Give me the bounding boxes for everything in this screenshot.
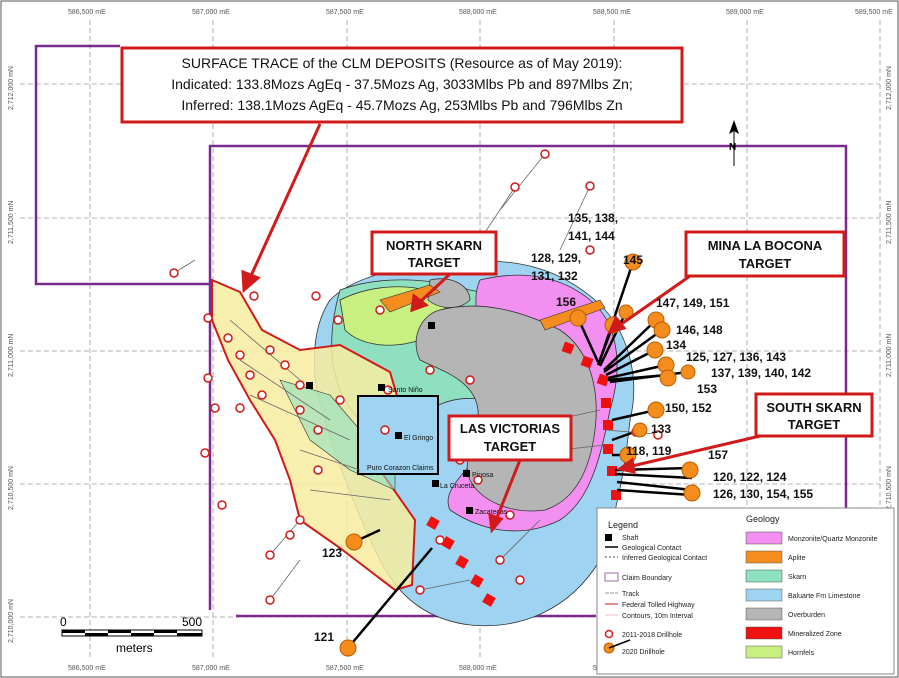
svg-text:587,000 mE: 587,000 mE (192, 665, 230, 672)
svg-text:NORTH SKARN: NORTH SKARN (386, 238, 482, 253)
svg-text:141, 144: 141, 144 (568, 229, 615, 243)
svg-text:123: 123 (322, 546, 342, 560)
svg-text:145: 145 (623, 253, 643, 267)
svg-text:118, 119: 118, 119 (626, 444, 672, 458)
legend-title: Legend (608, 520, 638, 530)
svg-text:120, 122, 124: 120, 122, 124 (713, 470, 787, 484)
svg-text:135, 138,: 135, 138, (568, 211, 618, 225)
geology-map: 586,500 mE 587,000 mE 587,500 mE 588,000… (0, 0, 899, 678)
svg-text:588,000 mE: 588,000 mE (459, 665, 497, 672)
svg-text:Federal Tolled Highway: Federal Tolled Highway (622, 602, 695, 609)
geology-title: Geology (746, 514, 780, 524)
mina-la-bocona-target: MINA LA BOCONA TARGET (684, 230, 846, 278)
svg-text:126, 130, 154, 155: 126, 130, 154, 155 (713, 487, 813, 501)
svg-text:586,500 mE: 586,500 mE (68, 9, 106, 16)
svg-text:134: 134 (666, 338, 686, 352)
shaft-icon (605, 534, 612, 541)
svg-text:2,712,000 mN: 2,712,000 mN (886, 66, 893, 110)
svg-text:0: 0 (60, 615, 67, 629)
puro-corazon-label: Puro Corazon Claims (367, 465, 434, 472)
svg-text:2,711,500 mN: 2,711,500 mN (8, 201, 15, 244)
svg-text:MINA LA BOCONA: MINA LA BOCONA (708, 238, 823, 253)
svg-text:131, 132: 131, 132 (531, 269, 578, 283)
svg-text:586,500 mE: 586,500 mE (68, 665, 106, 672)
svg-text:2,710,500 mN: 2,710,500 mN (886, 466, 893, 510)
svg-text:2,712,000 mN: 2,712,000 mN (8, 66, 15, 110)
svg-text:133: 133 (651, 422, 671, 436)
svg-text:500: 500 (182, 615, 202, 629)
santo-nino-label: Santo Niño (388, 387, 423, 394)
svg-text:SURFACE TRACE of the CLM DEPOS: SURFACE TRACE of the CLM DEPOSITS (Resou… (182, 55, 623, 71)
svg-text:589,500 mE: 589,500 mE (855, 9, 893, 16)
svg-text:157: 157 (708, 448, 728, 462)
svg-text:147, 149, 151: 147, 149, 151 (656, 296, 730, 310)
svg-text:2,711,000 mN: 2,711,000 mN (886, 334, 893, 377)
svg-text:Geological Contact: Geological Contact (622, 545, 681, 552)
svg-text:2,710,500 mN: 2,710,500 mN (8, 466, 15, 510)
svg-text:128, 129,: 128, 129, (531, 251, 581, 265)
svg-text:2,710,000 mN: 2,710,000 mN (8, 599, 15, 643)
svg-text:Overburden: Overburden (788, 612, 825, 619)
svg-text:SOUTH SKARN: SOUTH SKARN (766, 400, 861, 415)
svg-text:121: 121 (314, 630, 334, 644)
svg-text:125, 127, 136, 143: 125, 127, 136, 143 (686, 350, 786, 364)
svg-text:137, 139, 140, 142: 137, 139, 140, 142 (711, 366, 811, 380)
svg-text:588,000 mE: 588,000 mE (459, 9, 497, 16)
svg-text:N: N (729, 142, 736, 153)
svg-text:Track: Track (622, 591, 640, 598)
svg-text:2,711,500 mN: 2,711,500 mN (886, 201, 893, 244)
svg-text:Hornfels: Hornfels (788, 650, 815, 657)
svg-text:587,000 mE: 587,000 mE (192, 9, 230, 16)
svg-text:Skarn: Skarn (788, 574, 806, 581)
svg-text:TARGET: TARGET (788, 417, 841, 432)
svg-text:Claim Boundary: Claim Boundary (622, 575, 672, 582)
las-victorias-target: LAS VICTORIAS TARGET (447, 414, 573, 462)
pinosa-label: Pinosa (472, 472, 494, 479)
svg-text:587,500 mE: 587,500 mE (326, 665, 364, 672)
svg-text:156: 156 (556, 295, 576, 309)
svg-text:Shaft: Shaft (622, 535, 638, 542)
svg-text:TARGET: TARGET (408, 255, 461, 270)
north-skarn-target: NORTH SKARN TARGET (370, 230, 498, 276)
south-skarn-target: SOUTH SKARN TARGET (754, 392, 874, 438)
deposit-callout: SURFACE TRACE of the CLM DEPOSITS (Resou… (120, 46, 684, 124)
svg-text:588,500 mE: 588,500 mE (593, 9, 631, 16)
la-cruceta-label: La Cruceta (440, 483, 474, 490)
svg-text:meters: meters (116, 641, 153, 655)
svg-text:Contours, 10m Interval: Contours, 10m Interval (622, 613, 693, 620)
svg-text:Monzonite/Quartz Monzonite: Monzonite/Quartz Monzonite (788, 536, 878, 543)
svg-text:Mineralized Zone: Mineralized Zone (788, 631, 842, 638)
svg-text:TARGET: TARGET (484, 439, 537, 454)
svg-text:2020 Drillhole: 2020 Drillhole (622, 649, 665, 656)
el-gringo-label: El Gringo (404, 435, 433, 442)
svg-text:587,500 mE: 587,500 mE (326, 9, 364, 16)
legend-panel: Legend Geology Shaft Geological Contact … (596, 507, 895, 675)
svg-text:146, 148: 146, 148 (676, 323, 723, 337)
svg-text:589,000 mE: 589,000 mE (726, 9, 764, 16)
svg-text:Aplite: Aplite (788, 555, 806, 562)
svg-text:153: 153 (697, 382, 717, 396)
svg-text:Baluarte Fm Limestone: Baluarte Fm Limestone (788, 593, 860, 600)
svg-text:LAS VICTORIAS: LAS VICTORIAS (460, 421, 560, 436)
svg-text:2,711,000 mN: 2,711,000 mN (8, 334, 15, 377)
drillhole-old-icon (604, 629, 614, 639)
svg-text:Inferred: 138.1Mozs AgEq -: Inferred: 138.1Mozs AgEq - 45.7Mozs Ag, … (181, 97, 622, 113)
svg-text:Inferred Geological Contact: Inferred Geological Contact (622, 555, 707, 562)
svg-text:TARGET: TARGET (739, 256, 792, 271)
svg-text:150, 152: 150, 152 (665, 401, 712, 415)
svg-text:2011-2018 Drillhole: 2011-2018 Drillhole (622, 632, 682, 639)
svg-text:Indicated: 133.8Mozs AgEq - 3: Indicated: 133.8Mozs AgEq - 37.5Mozs Ag,… (171, 76, 633, 92)
